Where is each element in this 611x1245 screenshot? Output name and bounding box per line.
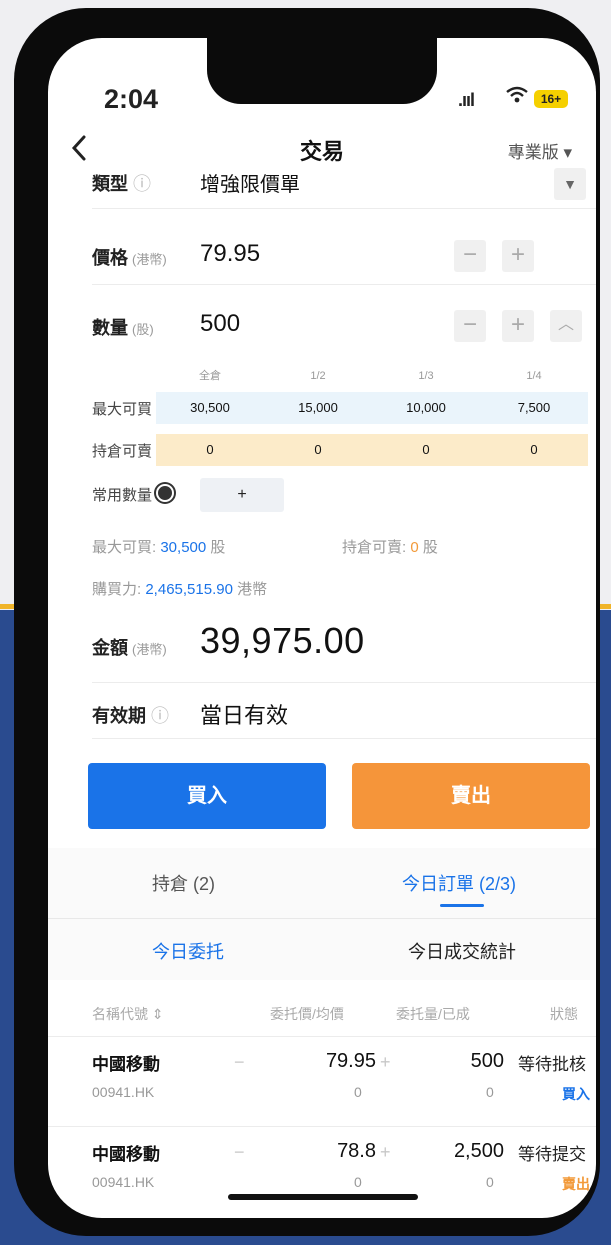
subtab-today-entrust[interactable]: 今日委托 [152, 938, 224, 964]
price-label: 價格 (港幣) [92, 248, 167, 268]
collapse-chevron-icon[interactable]: ︿ [550, 310, 582, 342]
tab-positions[interactable]: 持倉 (2) [152, 870, 215, 896]
amount-label: 金額 (港幣) [92, 638, 167, 658]
order-status: 等待批核 [518, 1055, 586, 1074]
order-side-buy: 買入 [562, 1086, 590, 1102]
quick-qty-header: 全倉 1/2 1/3 1/4 [156, 366, 588, 386]
phone-screen: 2:04 .ııl 16+ 交易 專業版 ▾ 類型 ⓘ 增強限價單 ▼ 價格 (港… [48, 38, 596, 1218]
order-avg-price: 0 [354, 1084, 362, 1100]
dropdown-arrow-icon[interactable]: ▼ [554, 168, 586, 200]
order-price: 79.95 [325, 1050, 376, 1072]
validity-value[interactable]: 當日有效 [200, 698, 288, 730]
order-type-row[interactable]: 類型 ⓘ 增強限價單 ▼ [92, 168, 586, 200]
max-buy-quarter[interactable]: 7,500 [480, 392, 588, 424]
price-decrease-button[interactable]: − [454, 240, 486, 272]
battery-icon: 16+ [534, 90, 568, 108]
order-filled: 0 [486, 1084, 494, 1100]
signal-icon: .ııl [458, 90, 475, 110]
qty-header-half: 1/2 [310, 370, 326, 382]
settings-gear-icon[interactable] [156, 484, 175, 502]
tab-today-orders[interactable]: 今日訂單 (2/3) [402, 870, 516, 896]
hold-sell-third[interactable]: 0 [372, 434, 480, 466]
price-decrease-button[interactable]: − [234, 1052, 245, 1073]
order-price: 78.8 [337, 1140, 376, 1162]
col-price: 委托價/均價 [270, 1006, 344, 1022]
add-common-qty-button[interactable]: + [200, 478, 284, 512]
hold-sell-half[interactable]: 0 [264, 434, 372, 466]
quantity-increase-button[interactable]: + [502, 310, 534, 342]
max-buy-half[interactable]: 15,000 [264, 392, 372, 424]
col-status: 狀態 [550, 1006, 578, 1022]
max-buy-row: 30,500 15,000 10,000 7,500 [156, 392, 588, 424]
price-row: 價格 (港幣) 79.95 − + [92, 236, 582, 276]
max-buy-all[interactable]: 30,500 [156, 392, 264, 424]
mode-dropdown[interactable]: 專業版 ▾ [508, 138, 572, 163]
price-increase-button[interactable]: + [380, 1142, 391, 1163]
order-stock-code: 00941.HK [92, 1084, 155, 1100]
phone-notch [207, 38, 437, 104]
order-filled: 0 [486, 1174, 494, 1190]
hold-sell-label: 持倉可賣 [92, 443, 153, 460]
divider [48, 1036, 596, 1037]
hold-sell-info: 持倉可賣: 0 股 [342, 539, 438, 556]
col-qty: 委托量/已成 [396, 1006, 470, 1022]
order-qty: 500 [470, 1050, 504, 1072]
status-time: 2:04 [104, 84, 159, 114]
divider [48, 918, 596, 919]
phone-frame: 2:04 .ııl 16+ 交易 專業版 ▾ 類型 ⓘ 增強限價單 ▼ 價格 (港… [14, 8, 600, 1236]
divider [92, 284, 596, 285]
price-input[interactable]: 79.95 [200, 240, 260, 268]
qty-header-all: 全倉 [199, 370, 221, 382]
price-decrease-button[interactable]: − [234, 1142, 245, 1163]
price-increase-button[interactable]: + [502, 240, 534, 272]
divider [92, 682, 596, 683]
buy-button[interactable]: 買入 [88, 763, 326, 829]
quantity-input[interactable]: 500 [200, 310, 240, 338]
order-stock-name: 中國移動 [92, 1055, 160, 1074]
quantity-label: 數量 (股) [92, 318, 154, 338]
price-increase-button[interactable]: + [380, 1052, 391, 1073]
sell-button[interactable]: 賣出 [352, 763, 590, 829]
amount-value: 39,975.00 [200, 620, 365, 661]
col-name[interactable]: 名稱代號 ⇕ [92, 1004, 164, 1024]
hold-sell-quarter[interactable]: 0 [480, 434, 588, 466]
divider [92, 208, 596, 209]
hold-sell-row: 0 0 0 0 [156, 434, 588, 466]
quantity-decrease-button[interactable]: − [454, 310, 486, 342]
order-qty: 2,500 [453, 1140, 504, 1162]
quantity-row: 數量 (股) 500 − + ︿ [92, 306, 582, 346]
subtab-filled-stats[interactable]: 今日成交統計 [408, 938, 516, 964]
table-row[interactable]: 中國移動 00941.HK − 79.95 + 0 500 0 等待批核 買入 [48, 1038, 596, 1126]
nav-bar: 交易 專業版 ▾ [48, 130, 596, 170]
order-side-sell: 賣出 [562, 1176, 590, 1192]
table-row[interactable]: 中國移動 00941.HK − 78.8 + 0 2,500 0 等待提交 賣出 [48, 1128, 596, 1216]
common-qty-label: 常用數量 [92, 484, 175, 505]
order-stock-code: 00941.HK [92, 1174, 155, 1190]
order-type-value: 增強限價單 [200, 174, 300, 196]
buying-power-info: 購買力: 2,465,515.90 港幣 [92, 581, 268, 598]
validity-label: 有效期 ⓘ [92, 706, 170, 726]
order-stock-name: 中國移動 [92, 1145, 160, 1164]
home-indicator[interactable] [228, 1194, 418, 1200]
qty-header-quarter: 1/4 [526, 370, 542, 382]
qty-header-third: 1/3 [418, 370, 434, 382]
max-buy-info: 最大可買: 30,500 股 [92, 539, 226, 556]
max-buy-third[interactable]: 10,000 [372, 392, 480, 424]
hold-sell-all[interactable]: 0 [156, 434, 264, 466]
tab-active-indicator [440, 904, 484, 907]
order-status: 等待提交 [518, 1145, 586, 1164]
max-buy-label: 最大可買 [92, 401, 153, 418]
orders-panel: 持倉 (2) 今日訂單 (2/3) 今日委托 今日成交統計 [48, 848, 596, 980]
divider [48, 1126, 596, 1127]
order-type-label: 類型 ⓘ [92, 174, 152, 194]
divider [92, 738, 596, 739]
order-avg-price: 0 [354, 1174, 362, 1190]
wifi-icon [506, 86, 528, 110]
